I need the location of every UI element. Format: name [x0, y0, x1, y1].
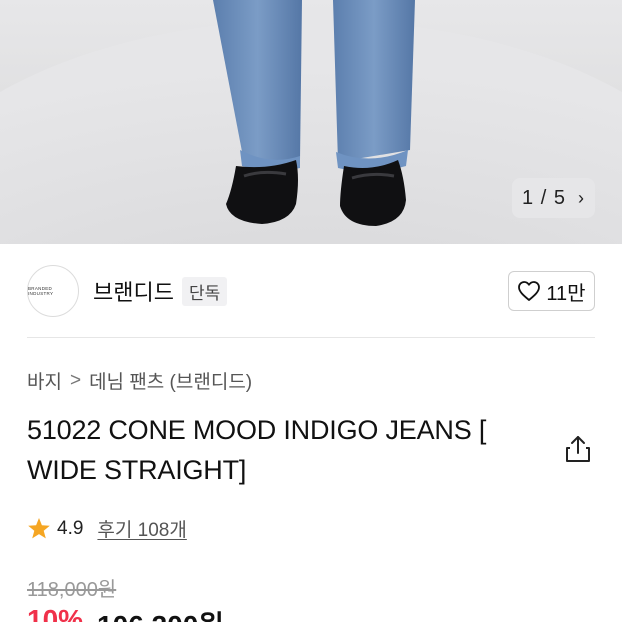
share-icon[interactable]: [565, 435, 591, 463]
sale-price: 106,200원: [97, 604, 224, 622]
breadcrumb-separator-icon: >: [69, 369, 82, 391]
product-image-gallery[interactable]: 1 / 5 ›: [0, 0, 622, 244]
exclusive-badge: 단독: [181, 276, 228, 306]
divider: [27, 337, 595, 338]
price-row: 10% 106,200원: [27, 604, 224, 622]
heart-icon: [518, 281, 541, 301]
breadcrumb-item-subcategory[interactable]: 데님 팬츠 (브랜디드): [89, 367, 252, 394]
brand-row: BRANDED INDUSTRY 브랜디드 단독 11만: [27, 265, 595, 317]
rating-score: 4.9: [57, 517, 84, 539]
chevron-right-icon: ›: [577, 187, 585, 208]
like-count: 11만: [546, 282, 586, 305]
brand-logo[interactable]: BRANDED INDUSTRY: [27, 265, 79, 317]
pager-current: 1: [522, 186, 535, 209]
breadcrumb-item-category[interactable]: 바지: [27, 367, 62, 394]
product-title-line2: WIDE STRAIGHT]: [27, 455, 247, 485]
discount-rate: 10%: [27, 604, 84, 622]
like-button[interactable]: 11만: [508, 271, 595, 311]
star-icon: [28, 518, 50, 539]
image-pager[interactable]: 1 / 5 ›: [512, 178, 595, 218]
reviews-link[interactable]: 후기 108개: [97, 515, 186, 542]
product-title: 51022 CONE MOOD INDIGO JEANS [ WIDE STRA…: [27, 410, 537, 490]
brand-name-link[interactable]: 브랜디드: [93, 275, 174, 307]
brand-logo-text: BRANDED INDUSTRY: [28, 286, 54, 296]
pager-separator: /: [534, 186, 554, 209]
original-price: 118,000원: [27, 579, 117, 601]
pager-total: 5: [553, 186, 566, 209]
product-title-line1: 51022 CONE MOOD INDIGO JEANS [: [27, 415, 487, 445]
rating-row: 4.9 후기 108개: [27, 515, 187, 542]
breadcrumb: 바지 > 데님 팬츠 (브랜디드): [27, 367, 252, 394]
